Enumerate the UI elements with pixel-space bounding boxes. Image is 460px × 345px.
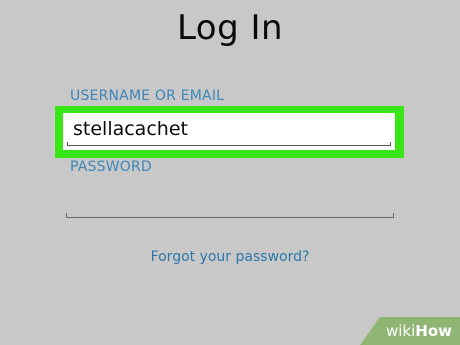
username-value: stellacachet [73,118,188,140]
password-underline [66,213,394,218]
page-title: Log In [176,8,284,48]
watermark-how: How [415,322,452,340]
username-input[interactable]: stellacachet [63,113,395,150]
login-screen: Log In USERNAME OR EMAIL stellacachet PA… [0,0,460,345]
password-label: PASSWORD [70,159,152,175]
password-input[interactable] [66,180,394,218]
wikihow-watermark: wikiHow [360,317,460,345]
username-label: USERNAME OR EMAIL [70,88,225,104]
watermark-wiki: wiki [385,322,416,340]
watermark-text: wikiHow [386,322,452,340]
forgot-password-link[interactable]: Forgot your password? [0,249,460,265]
username-underline [67,142,391,146]
